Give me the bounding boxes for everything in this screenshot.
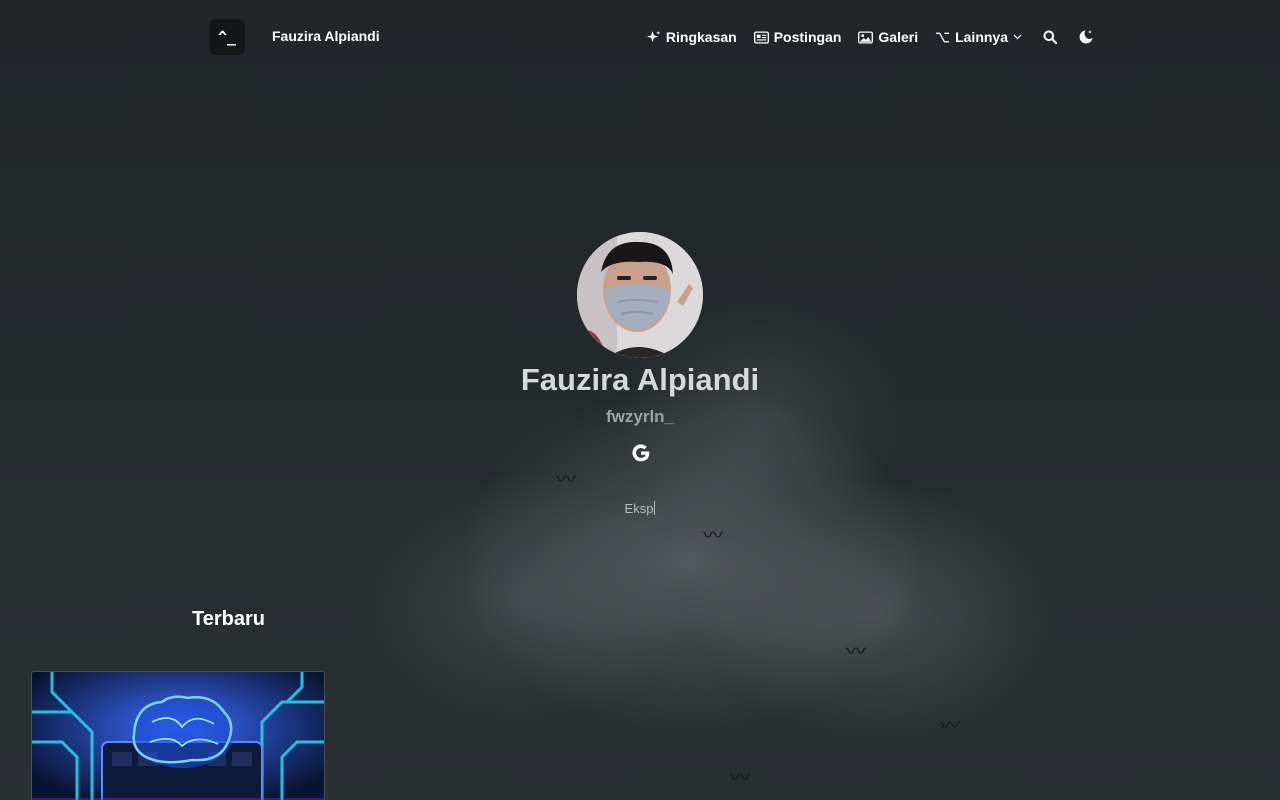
post-thumbnail-image (32, 672, 324, 800)
typing-tagline: Eksp (0, 501, 1280, 516)
menu-label: Postingan (773, 29, 842, 45)
menu-label: Lainnya (955, 29, 1008, 45)
bird-silhouette: 〰 (940, 715, 960, 737)
moon-stars-icon[interactable] (1078, 29, 1094, 45)
search-icon[interactable] (1042, 29, 1058, 45)
profile-avatar (577, 232, 703, 358)
section-title-terbaru: Terbaru (192, 608, 265, 630)
profile-name: Fauzira Alpiandi (520, 362, 760, 397)
chevron-down-icon (1013, 30, 1022, 45)
newspaper-icon (753, 30, 769, 45)
image-icon (858, 30, 874, 45)
bird-silhouette: 〰 (556, 469, 576, 491)
latest-post-card[interactable] (31, 671, 325, 800)
main-menu: Ringkasan Postingan Galeri Lainnya (646, 26, 1094, 48)
bird-silhouette: 〰 (730, 767, 750, 789)
menu-label: Ringkasan (665, 29, 737, 45)
profile-handle: fwzyrln_ (605, 407, 675, 426)
menu-item-lainnya[interactable]: Lainnya (935, 29, 1022, 45)
site-title[interactable]: Fauzira Alpiandi (272, 28, 380, 44)
typing-caret (654, 501, 656, 515)
bird-silhouette: 〰 (703, 525, 723, 547)
navbar: ^_ Fauzira Alpiandi Ringkasan Postingan … (0, 0, 1280, 74)
bird-silhouette: 〰 (846, 641, 866, 663)
typing-text: Eksp (624, 501, 654, 516)
sparkles-icon (646, 30, 661, 45)
menu-label: Galeri (878, 29, 919, 45)
google-icon[interactable] (628, 440, 653, 465)
site-logo[interactable]: ^_ (209, 19, 245, 55)
menu-item-postingan[interactable]: Postingan (753, 29, 842, 45)
menu-item-galeri[interactable]: Galeri (858, 29, 918, 45)
menu-item-ringkasan[interactable]: Ringkasan (646, 29, 737, 45)
option-key-icon (935, 30, 950, 45)
